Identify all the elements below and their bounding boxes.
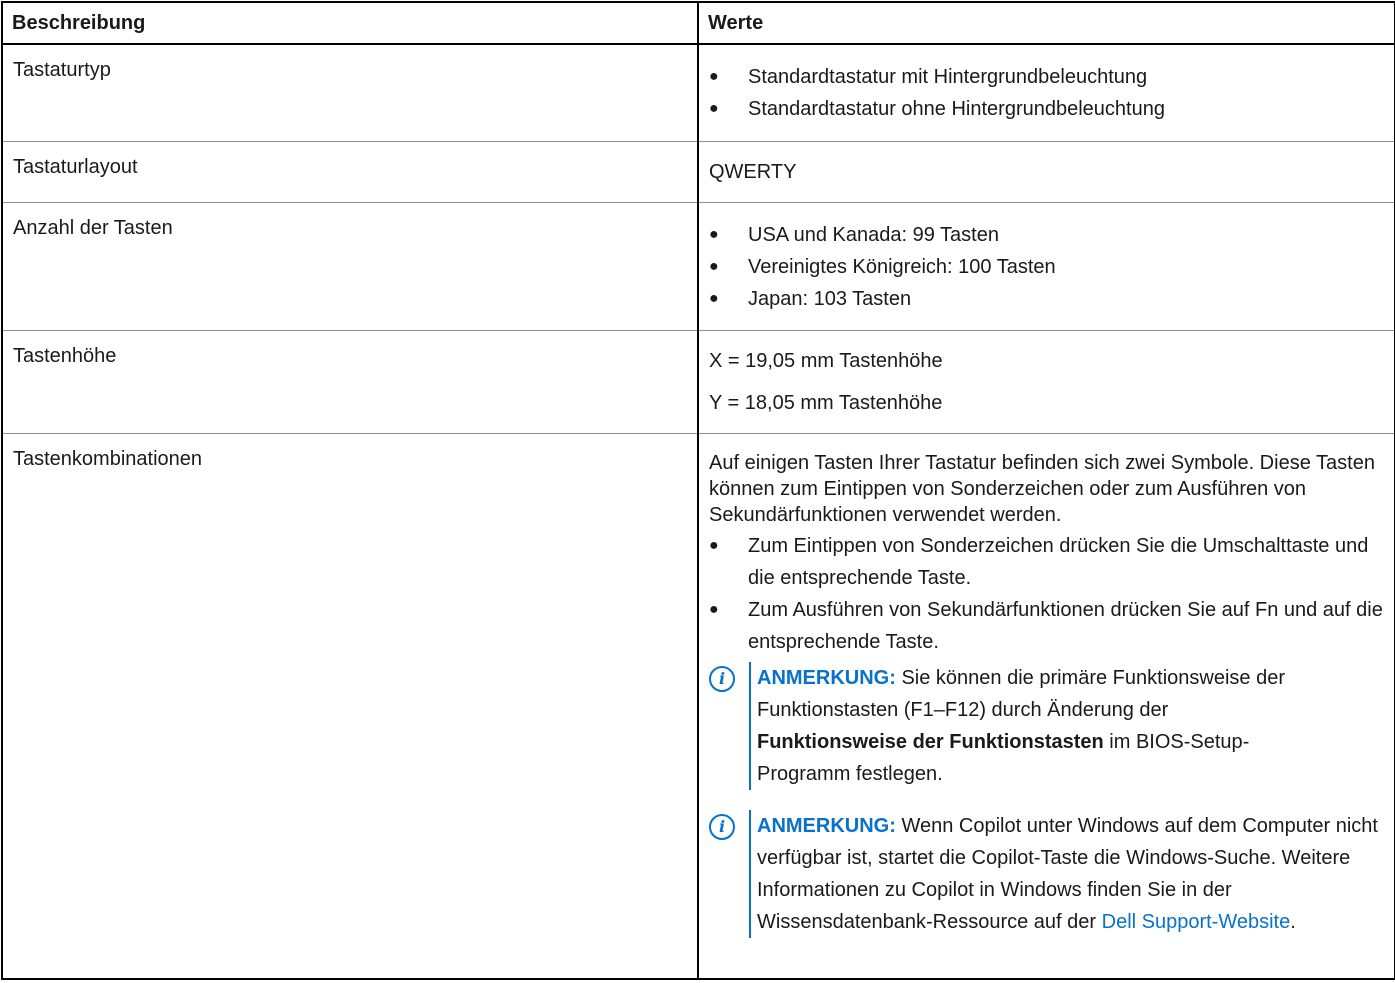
row-value: X = 19,05 mm Tastenhöhe Y = 18,05 mm Tas… <box>697 330 1395 434</box>
intro-text: Auf einigen Tasten Ihrer Tastatur befind… <box>709 451 1375 526</box>
note-bold-text: Funktionsweise der Funktionstasten <box>757 730 1104 753</box>
note-label: ANMERKUNG: <box>757 666 896 689</box>
row-label: Tastenkombinationen <box>13 447 203 470</box>
row-label: Tastenhöhe <box>2 330 698 434</box>
row-label: Tastaturtyp <box>2 44 698 142</box>
value-text: QWERTY <box>709 160 797 183</box>
list-item: Zum Ausführen von Sekundärfunktionen drü… <box>709 594 1384 658</box>
row-value: QWERTY <box>697 141 1395 203</box>
table-row: Tastenhöhe X = 19,05 mm Tastenhöhe Y = 1… <box>2 330 1395 434</box>
value-text: X = 19,05 mm Tastenhöhe <box>709 349 943 372</box>
header-beschreibung: Beschreibung <box>2 2 698 45</box>
table-row: Tastaturlayout QWERTY <box>2 141 1395 203</box>
note-text: . <box>1290 910 1296 933</box>
row-label: Tastaturlayout <box>2 141 698 203</box>
bullet-list: Zum Eintippen von Sonderzeichen drücken … <box>709 530 1384 658</box>
header-werte: Werte <box>697 2 1395 45</box>
list-item: Vereinigtes Königreich: 100 Tasten <box>709 251 1384 283</box>
list-item: Standardtastatur ohne Hintergrundbeleuch… <box>709 93 1384 125</box>
list-item: Zum Eintippen von Sonderzeichen drücken … <box>709 530 1384 594</box>
value-text: Y = 18,05 mm Tastenhöhe <box>709 391 943 414</box>
note-box: i ANMERKUNG: Wenn Copilot unter Windows … <box>709 809 1384 938</box>
list-item: USA und Kanada: 99 Tasten <box>709 219 1384 251</box>
note-label: ANMERKUNG: <box>757 814 896 837</box>
list-item: Japan: 103 Tasten <box>709 283 1384 315</box>
list-item: Standardtastatur mit Hintergrundbeleucht… <box>709 61 1384 93</box>
row-value: Standardtastatur mit Hintergrundbeleucht… <box>697 44 1395 142</box>
table-row: Anzahl der Tasten USA und Kanada: 99 Tas… <box>2 202 1395 331</box>
dell-support-link[interactable]: Dell Support-Website <box>1102 911 1291 933</box>
table-row: Tastenkombinationen Auf einigen Tasten I… <box>2 433 1395 979</box>
note-box: i ANMERKUNG: Sie können die primäre Funk… <box>709 661 1384 790</box>
keyboard-spec-table: Beschreibung Werte Tastaturtyp Standardt… <box>1 1 1395 980</box>
bullet-list: USA und Kanada: 99 Tasten Vereinigtes Kö… <box>709 219 1384 315</box>
table-row: Tastaturtyp Standardtastatur mit Hinterg… <box>2 44 1395 142</box>
note-body: ANMERKUNG: Wenn Copilot unter Windows au… <box>749 809 1384 938</box>
row-label: Anzahl der Tasten <box>2 202 698 331</box>
note-body: ANMERKUNG: Sie können die primäre Funkti… <box>749 661 1384 790</box>
info-icon: i <box>709 665 735 692</box>
header-row: Beschreibung Werte <box>2 2 1395 45</box>
info-icon: i <box>709 813 735 840</box>
bullet-list: Standardtastatur mit Hintergrundbeleucht… <box>709 61 1384 125</box>
row-value: Auf einigen Tasten Ihrer Tastatur befind… <box>697 433 1395 979</box>
row-value: USA und Kanada: 99 Tasten Vereinigtes Kö… <box>697 202 1395 331</box>
